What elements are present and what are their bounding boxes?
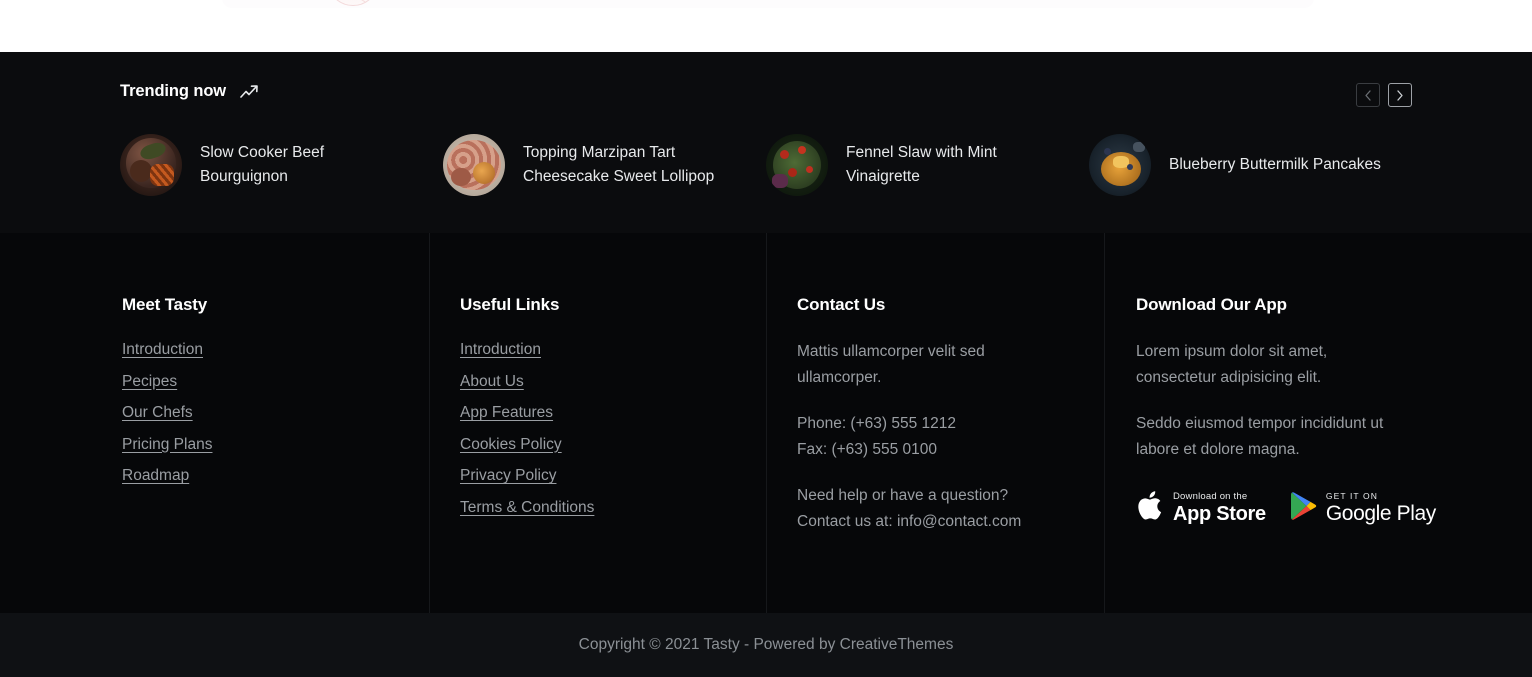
contact-intro-text: Mattis ullamcorper velit sed ullamcorper… [797, 343, 985, 386]
footer-heading: Contact Us [797, 295, 886, 314]
footer-link-list: Introduction About Us App Features Cooki… [460, 339, 766, 519]
footer-heading: Download Our App [1136, 295, 1287, 314]
contact-fax: Fax: (+63) 555 0100 [797, 441, 938, 458]
footer-link-pricing-plans[interactable]: Pricing Plans [122, 436, 212, 453]
footer-link-terms-conditions[interactable]: Terms & Conditions [460, 499, 594, 516]
footer-link-app-features[interactable]: App Features [460, 404, 553, 421]
trending-up-icon [240, 84, 259, 99]
app-store-big-text: App Store [1173, 502, 1266, 525]
footer-link-list: Introduction Pecipes Our Chefs Pricing P… [122, 339, 429, 487]
beef-bourguignon-thumb [120, 134, 182, 196]
chevron-left-icon [1364, 89, 1372, 101]
footer-heading: Meet Tasty [122, 295, 208, 314]
page-top-strip [0, 0, 1532, 52]
footer-column-contact-us: Contact Us Mattis ullamcorper velit sed … [766, 233, 1104, 613]
app-paragraph-2: Seddo eiusmod tempor incididunt ut labor… [1136, 415, 1384, 458]
app-store-badge[interactable]: Download on the App Store [1136, 489, 1266, 527]
carousel-nav [1356, 83, 1412, 107]
footer-link-roadmap[interactable]: Roadmap [122, 467, 189, 484]
google-play-badge[interactable]: GET IT ON Google Play [1290, 491, 1436, 526]
app-store-small-text: Download on the [1173, 491, 1248, 503]
trending-item[interactable]: Topping Marzipan Tart Cheesecake Sweet L… [443, 134, 766, 196]
blueberry-pancakes-thumb [1089, 134, 1151, 196]
trending-section: Trending now Slow Cooker Beef Bourguigno… [0, 52, 1532, 233]
trending-list: Slow Cooker Beef Bourguignon Topping Mar… [120, 134, 1412, 196]
contact-phone: Phone: (+63) 555 1212 [797, 415, 957, 432]
decorative-card [222, 0, 1314, 8]
google-play-icon [1290, 491, 1317, 526]
contact-phone-block: Phone: (+63) 555 1212 Fax: (+63) 555 010… [797, 411, 1072, 463]
footer-heading: Useful Links [460, 295, 560, 314]
footer-link-our-chefs[interactable]: Our Chefs [122, 404, 193, 421]
footer-link-introduction[interactable]: Introduction [122, 341, 203, 358]
chevron-right-icon [1396, 89, 1404, 101]
footer-link-cookies-policy[interactable]: Cookies Policy [460, 436, 562, 453]
contact-email-text[interactable]: Contact us at: info@contact.com [797, 513, 1021, 530]
trending-item[interactable]: Slow Cooker Beef Bourguignon [120, 134, 443, 196]
apple-icon [1136, 489, 1164, 527]
trending-title: Trending now [120, 82, 227, 100]
google-play-big-text: Google Play [1325, 501, 1436, 525]
carousel-next-button[interactable] [1388, 83, 1412, 107]
footer-link-privacy-policy[interactable]: Privacy Policy [460, 467, 556, 484]
footer-link-about-us[interactable]: About Us [460, 373, 524, 390]
footer-link-pecipes[interactable]: Pecipes [122, 373, 177, 390]
footer-link-introduction[interactable]: Introduction [460, 341, 541, 358]
app-store-badges: Download on the App Store GET IT ON Goog… [1136, 489, 1532, 527]
footer-column-download-app: Download Our App Lorem ipsum dolor sit a… [1104, 233, 1532, 613]
marzipan-tart-thumb [443, 134, 505, 196]
app-store-text: Download on the App Store [1173, 492, 1266, 524]
google-play-text: GET IT ON Google Play [1326, 492, 1436, 524]
app-paragraph-1: Lorem ipsum dolor sit amet, consectetur … [1136, 343, 1328, 386]
trending-header: Trending now [120, 82, 259, 101]
footer-columns: Meet Tasty Introduction Pecipes Our Chef… [0, 233, 1532, 613]
page-root: Trending now Slow Cooker Beef Bourguigno… [0, 0, 1532, 677]
trending-item-title: Topping Marzipan Tart Cheesecake Sweet L… [523, 144, 715, 185]
footer-column-meet-tasty: Meet Tasty Introduction Pecipes Our Chef… [0, 233, 429, 613]
google-play-small-text: GET IT ON [1325, 491, 1378, 502]
copyright-text: Copyright © 2021 Tasty - Powered by Crea… [578, 636, 954, 653]
carousel-prev-button[interactable] [1356, 83, 1380, 107]
contact-help-text: Need help or have a question? [797, 487, 1009, 504]
footer-bottom-bar: Copyright © 2021 Tasty - Powered by Crea… [0, 613, 1532, 677]
trending-item-title: Slow Cooker Beef Bourguignon [200, 144, 325, 185]
trending-item-title: Fennel Slaw with Mint Vinaigrette [846, 144, 997, 185]
trending-item-title: Blueberry Buttermilk Pancakes [1169, 156, 1381, 173]
trending-item[interactable]: Blueberry Buttermilk Pancakes [1089, 134, 1412, 196]
fennel-slaw-thumb [766, 134, 828, 196]
footer-column-useful-links: Useful Links Introduction About Us App F… [429, 233, 766, 613]
contact-help-block: Need help or have a question? Contact us… [797, 483, 1072, 535]
trending-inner: Trending now Slow Cooker Beef Bourguigno… [120, 52, 1412, 233]
trending-item[interactable]: Fennel Slaw with Mint Vinaigrette [766, 134, 1089, 196]
